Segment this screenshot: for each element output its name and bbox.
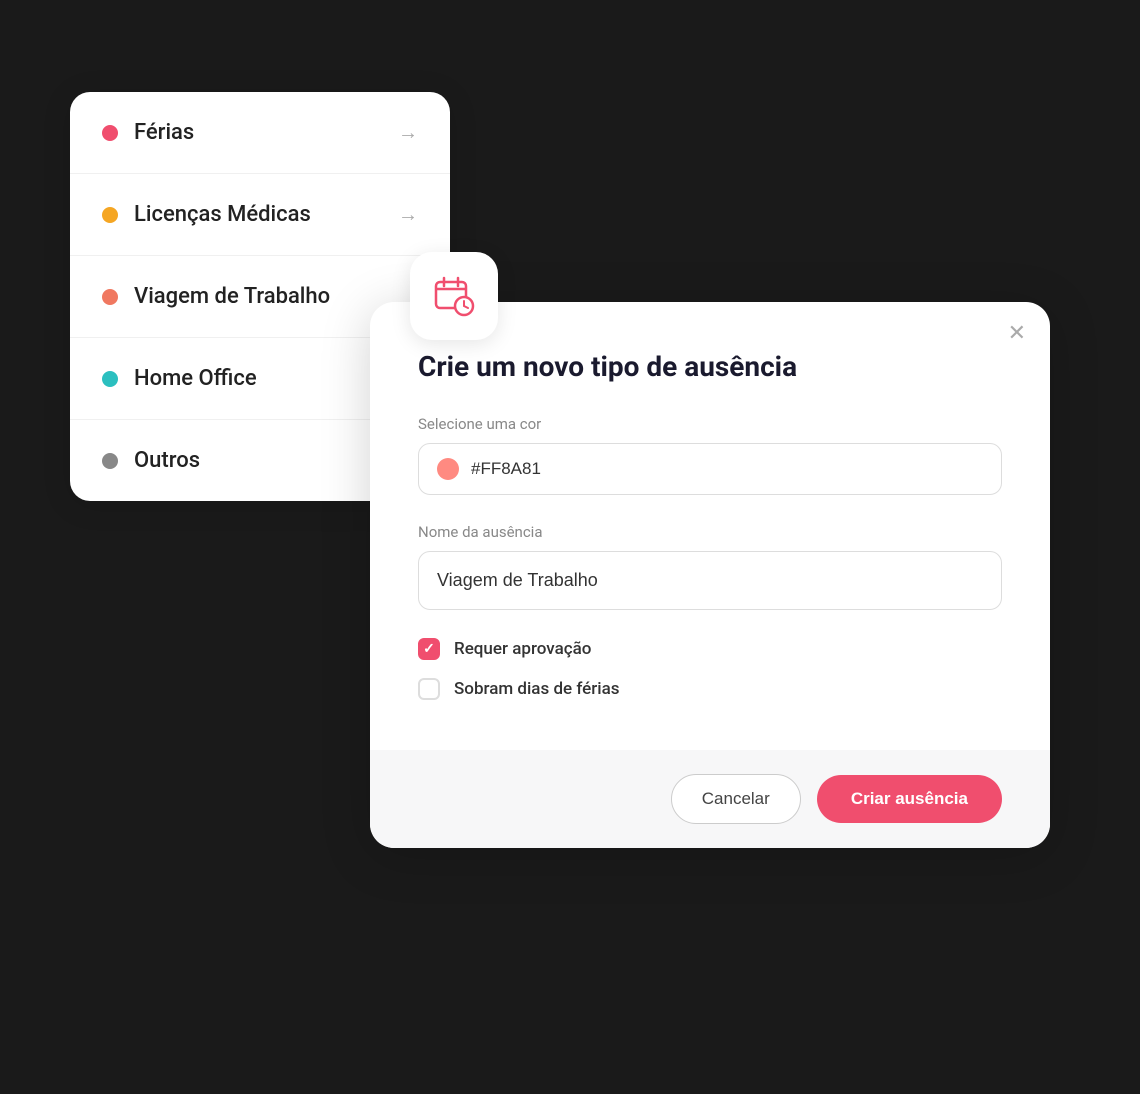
outros-label: Outros [134,448,200,473]
viagem-dot [102,289,118,305]
create-absence-modal: ✕ Crie um novo tipo de ausência Selecion… [370,302,1050,848]
ferias-dot [102,125,118,141]
viagem-label: Viagem de Trabalho [134,284,330,309]
color-input[interactable] [471,459,983,479]
color-field-label: Selecione uma cor [418,415,1002,433]
vacation-days-checkbox-row[interactable]: Sobram dias de férias [418,678,1002,700]
approval-checkbox-row[interactable]: Requer aprovação [418,638,1002,660]
list-item[interactable]: Licenças Médicas → [70,174,450,256]
modal-body: Crie um novo tipo de ausência Selecione … [370,302,1050,750]
modal-icon-wrapper [410,252,498,340]
color-input-wrapper[interactable] [418,443,1002,495]
list-item[interactable]: Férias → [70,92,450,174]
ferias-label: Férias [134,120,194,145]
calendar-clock-icon [432,274,476,318]
cancel-button[interactable]: Cancelar [671,774,801,824]
arrow-icon: → [398,202,418,227]
modal-footer: Cancelar Criar ausência [370,750,1050,848]
name-field-label: Nome da ausência [418,523,1002,541]
homeoffice-dot [102,371,118,387]
homeoffice-label: Home Office [134,366,257,391]
arrow-icon: → [398,120,418,145]
vacation-days-label: Sobram dias de férias [454,679,620,699]
color-swatch [437,458,459,480]
licencas-label: Licenças Médicas [134,202,311,227]
close-button[interactable]: ✕ [1008,322,1026,344]
approval-label: Requer aprovação [454,639,591,659]
create-absence-button[interactable]: Criar ausência [817,775,1002,823]
outros-dot [102,453,118,469]
approval-checkbox[interactable] [418,638,440,660]
licencas-dot [102,207,118,223]
absence-name-input[interactable] [437,570,983,591]
vacation-days-checkbox[interactable] [418,678,440,700]
name-input-wrapper[interactable] [418,551,1002,610]
modal-title: Crie um novo tipo de ausência [418,350,1002,383]
